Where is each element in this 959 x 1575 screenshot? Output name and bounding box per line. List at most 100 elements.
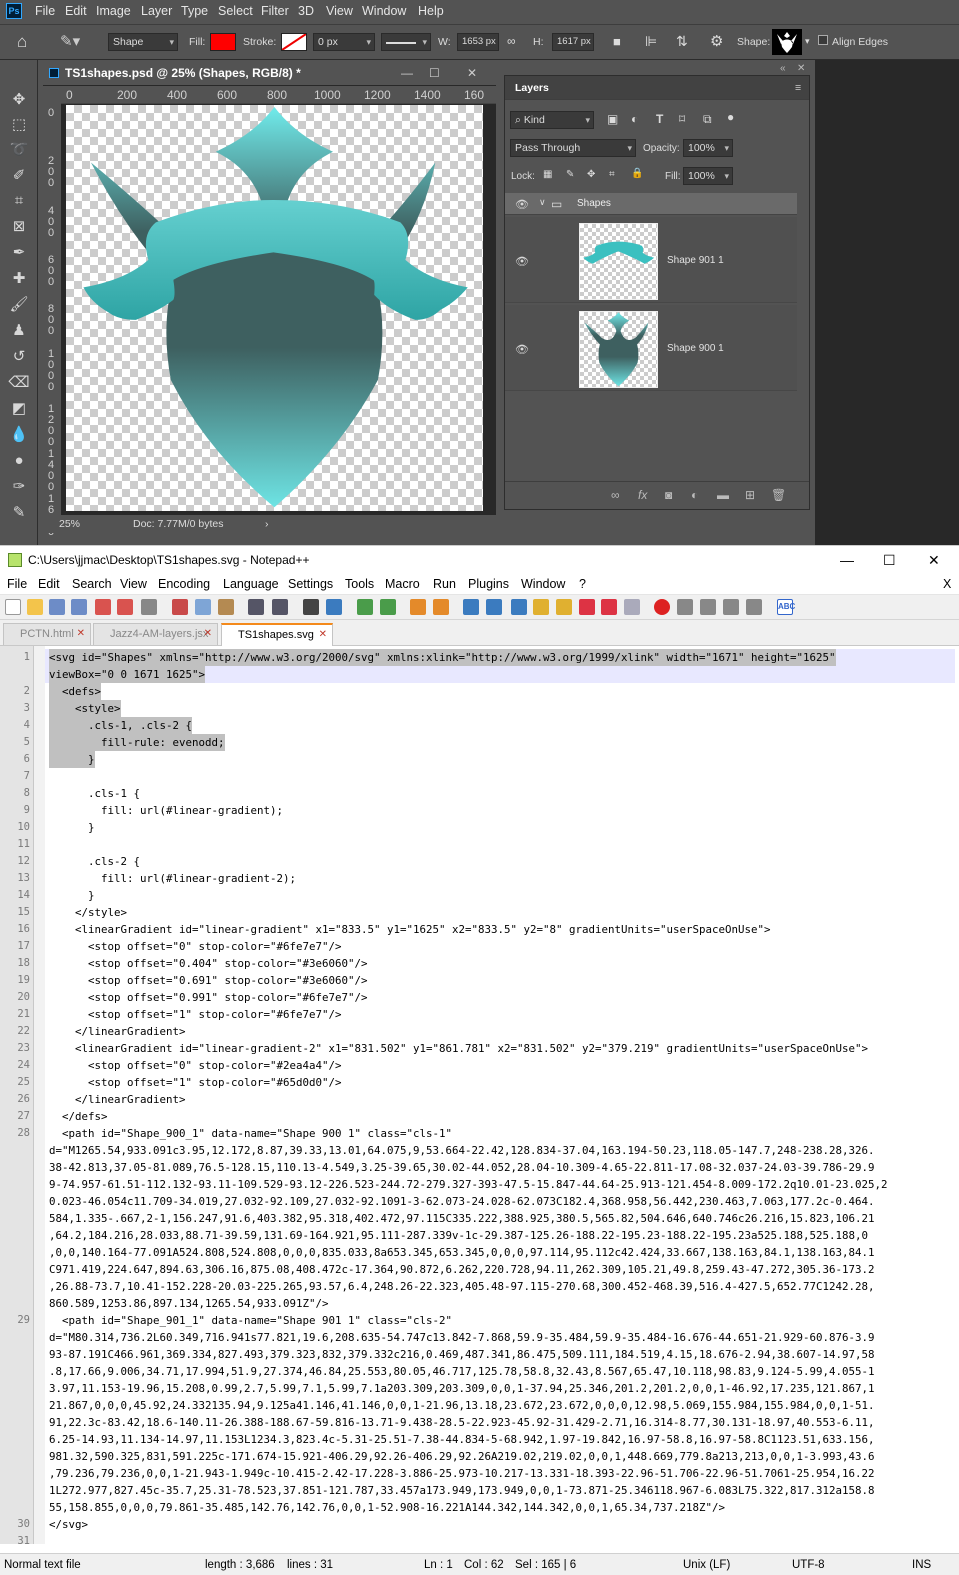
- save-icon[interactable]: [49, 599, 65, 615]
- copy-icon[interactable]: [195, 599, 211, 615]
- redo-icon[interactable]: [272, 599, 288, 615]
- zoom-in-icon[interactable]: [357, 599, 373, 615]
- sync-vertical-icon[interactable]: [410, 599, 426, 615]
- close-tab-icon[interactable]: ✕: [319, 625, 327, 645]
- shape-filter-icon[interactable]: ⌑: [679, 112, 685, 126]
- panel-menu-icon[interactable]: ≡: [795, 76, 801, 100]
- brush-tool-icon[interactable]: 🖌: [6, 295, 32, 315]
- smart-object-filter-icon[interactable]: ⧉: [703, 112, 712, 127]
- zoom-level[interactable]: 25%: [59, 515, 80, 533]
- close-icon[interactable]: ✕: [467, 61, 477, 85]
- eol-format[interactable]: Unix (LF): [683, 1559, 730, 1571]
- indent-guide-icon[interactable]: [511, 599, 527, 615]
- opacity-field[interactable]: 100% ▾: [683, 139, 733, 157]
- document-tab[interactable]: TS1shapes.psd @ 25% (Shapes, RGB/8) * — …: [43, 61, 496, 85]
- ps-menu-view[interactable]: View: [326, 4, 353, 18]
- type-filter-icon[interactable]: T: [656, 112, 663, 126]
- eyedropper-tool-icon[interactable]: ✒: [6, 243, 32, 263]
- ps-menu-layer[interactable]: Layer: [141, 4, 172, 18]
- replace-icon[interactable]: [326, 599, 342, 615]
- close-file-icon[interactable]: [95, 599, 111, 615]
- crop-tool-icon[interactable]: ⌗: [6, 191, 32, 211]
- ps-menu-image[interactable]: Image: [96, 4, 131, 18]
- marquee-tool-icon[interactable]: ⬚: [6, 115, 32, 135]
- lock-all-icon[interactable]: 🔒: [631, 168, 643, 179]
- kind-filter-dropdown[interactable]: ⌕ Kind ▾: [510, 111, 594, 129]
- np-menu-help[interactable]: ?: [579, 577, 586, 591]
- align-edges-checkbox[interactable]: [818, 35, 828, 45]
- np-menu-tools[interactable]: Tools: [345, 577, 374, 591]
- word-wrap-icon[interactable]: [463, 599, 479, 615]
- new-file-icon[interactable]: [5, 599, 21, 615]
- stop-macro-icon[interactable]: [677, 599, 693, 615]
- ps-menu-edit[interactable]: Edit: [65, 4, 87, 18]
- blend-mode-dropdown[interactable]: Pass Through ▾: [510, 139, 636, 157]
- play-macro-icon[interactable]: [700, 599, 716, 615]
- tool-mode-dropdown[interactable]: Shape ▾: [108, 33, 178, 51]
- monitoring-icon[interactable]: [624, 599, 640, 615]
- code-editor[interactable]: 1 <svg id="Shapes" xmlns="http://www.w3.o…: [0, 646, 959, 1544]
- save-all-icon[interactable]: [71, 599, 87, 615]
- stroke-swatch[interactable]: [281, 33, 307, 51]
- quick-select-tool-icon[interactable]: ✐: [6, 166, 32, 186]
- find-icon[interactable]: [303, 599, 319, 615]
- move-tool-icon[interactable]: ✥: [6, 90, 32, 110]
- save-macro-icon[interactable]: [746, 599, 762, 615]
- lock-artboard-icon[interactable]: ⌗: [609, 169, 615, 180]
- tab-ts1shapes-svg[interactable]: TS1shapes.svg ✕: [221, 623, 333, 646]
- run-macro-multiple-icon[interactable]: [723, 599, 739, 615]
- folder-workspace-icon[interactable]: [601, 599, 617, 615]
- fill-field[interactable]: 100% ▾: [683, 167, 733, 185]
- close-panel-icon[interactable]: ✕: [797, 63, 805, 74]
- function-list-icon[interactable]: [579, 599, 595, 615]
- udl-icon[interactable]: [533, 599, 549, 615]
- pixel-filter-icon[interactable]: ▣: [607, 112, 618, 126]
- show-all-chars-icon[interactable]: [486, 599, 502, 615]
- lock-pixels-icon[interactable]: ✎: [566, 169, 574, 180]
- stroke-type-dropdown[interactable]: ▾: [381, 33, 431, 51]
- lasso-tool-icon[interactable]: ➰: [6, 140, 32, 160]
- shape-tool-icon[interactable]: ✎▾: [60, 32, 80, 50]
- insert-mode[interactable]: INS: [912, 1559, 931, 1571]
- doc-map-icon[interactable]: [556, 599, 572, 615]
- ps-menu-help[interactable]: Help: [418, 4, 444, 18]
- eye-icon[interactable]: 👁: [515, 343, 529, 356]
- lock-position-icon[interactable]: ✥: [587, 169, 595, 180]
- fill-swatch[interactable]: [210, 33, 236, 51]
- history-brush-icon[interactable]: ↺: [6, 347, 32, 367]
- np-menu-search[interactable]: Search: [72, 577, 112, 591]
- np-menu-macro[interactable]: Macro: [385, 577, 420, 591]
- path-arrange-icon[interactable]: ⇅: [676, 33, 688, 50]
- trash-icon[interactable]: 🗑: [771, 488, 786, 502]
- path-operations-icon[interactable]: ■: [613, 34, 621, 49]
- stroke-width-dropdown[interactable]: 0 px ▾: [313, 33, 375, 51]
- np-menu-view[interactable]: View: [120, 577, 147, 591]
- adjustment-filter-icon[interactable]: ◐: [631, 112, 638, 126]
- ps-menu-3d[interactable]: 3D: [298, 4, 314, 18]
- width-field[interactable]: 1653 px: [457, 33, 499, 51]
- minimize-icon[interactable]: —: [840, 546, 854, 574]
- record-macro-icon[interactable]: [654, 599, 670, 615]
- collapse-panels-icon[interactable]: «: [780, 63, 786, 74]
- close-icon[interactable]: ✕: [928, 546, 940, 574]
- spellcheck-icon[interactable]: ABC: [777, 599, 795, 615]
- ps-menu-select[interactable]: Select: [218, 4, 253, 18]
- encoding[interactable]: UTF-8: [792, 1559, 825, 1571]
- link-icon[interactable]: ∞: [507, 34, 516, 48]
- undo-icon[interactable]: [248, 599, 264, 615]
- print-icon[interactable]: [141, 599, 157, 615]
- stamp-tool-icon[interactable]: ♟: [6, 321, 32, 341]
- type-tool-icon[interactable]: ✎: [6, 503, 32, 523]
- shape-picker[interactable]: [772, 29, 802, 55]
- ps-menu-file[interactable]: File: [35, 4, 55, 18]
- zoom-out-icon[interactable]: [380, 599, 396, 615]
- layer-group-shapes[interactable]: 👁 ∨ ▭ Shapes: [505, 193, 797, 215]
- chevron-right-icon[interactable]: ›: [265, 515, 269, 533]
- chevron-down-icon[interactable]: ▾: [805, 36, 810, 47]
- eye-icon[interactable]: 👁: [515, 198, 529, 211]
- blur-tool-icon[interactable]: 💧: [6, 425, 32, 445]
- home-icon[interactable]: ⌂: [17, 32, 27, 52]
- height-field[interactable]: 1617 px: [552, 33, 594, 51]
- path-alignment-icon[interactable]: ⊫: [645, 33, 657, 50]
- link-layers-icon[interactable]: ∞: [611, 488, 620, 502]
